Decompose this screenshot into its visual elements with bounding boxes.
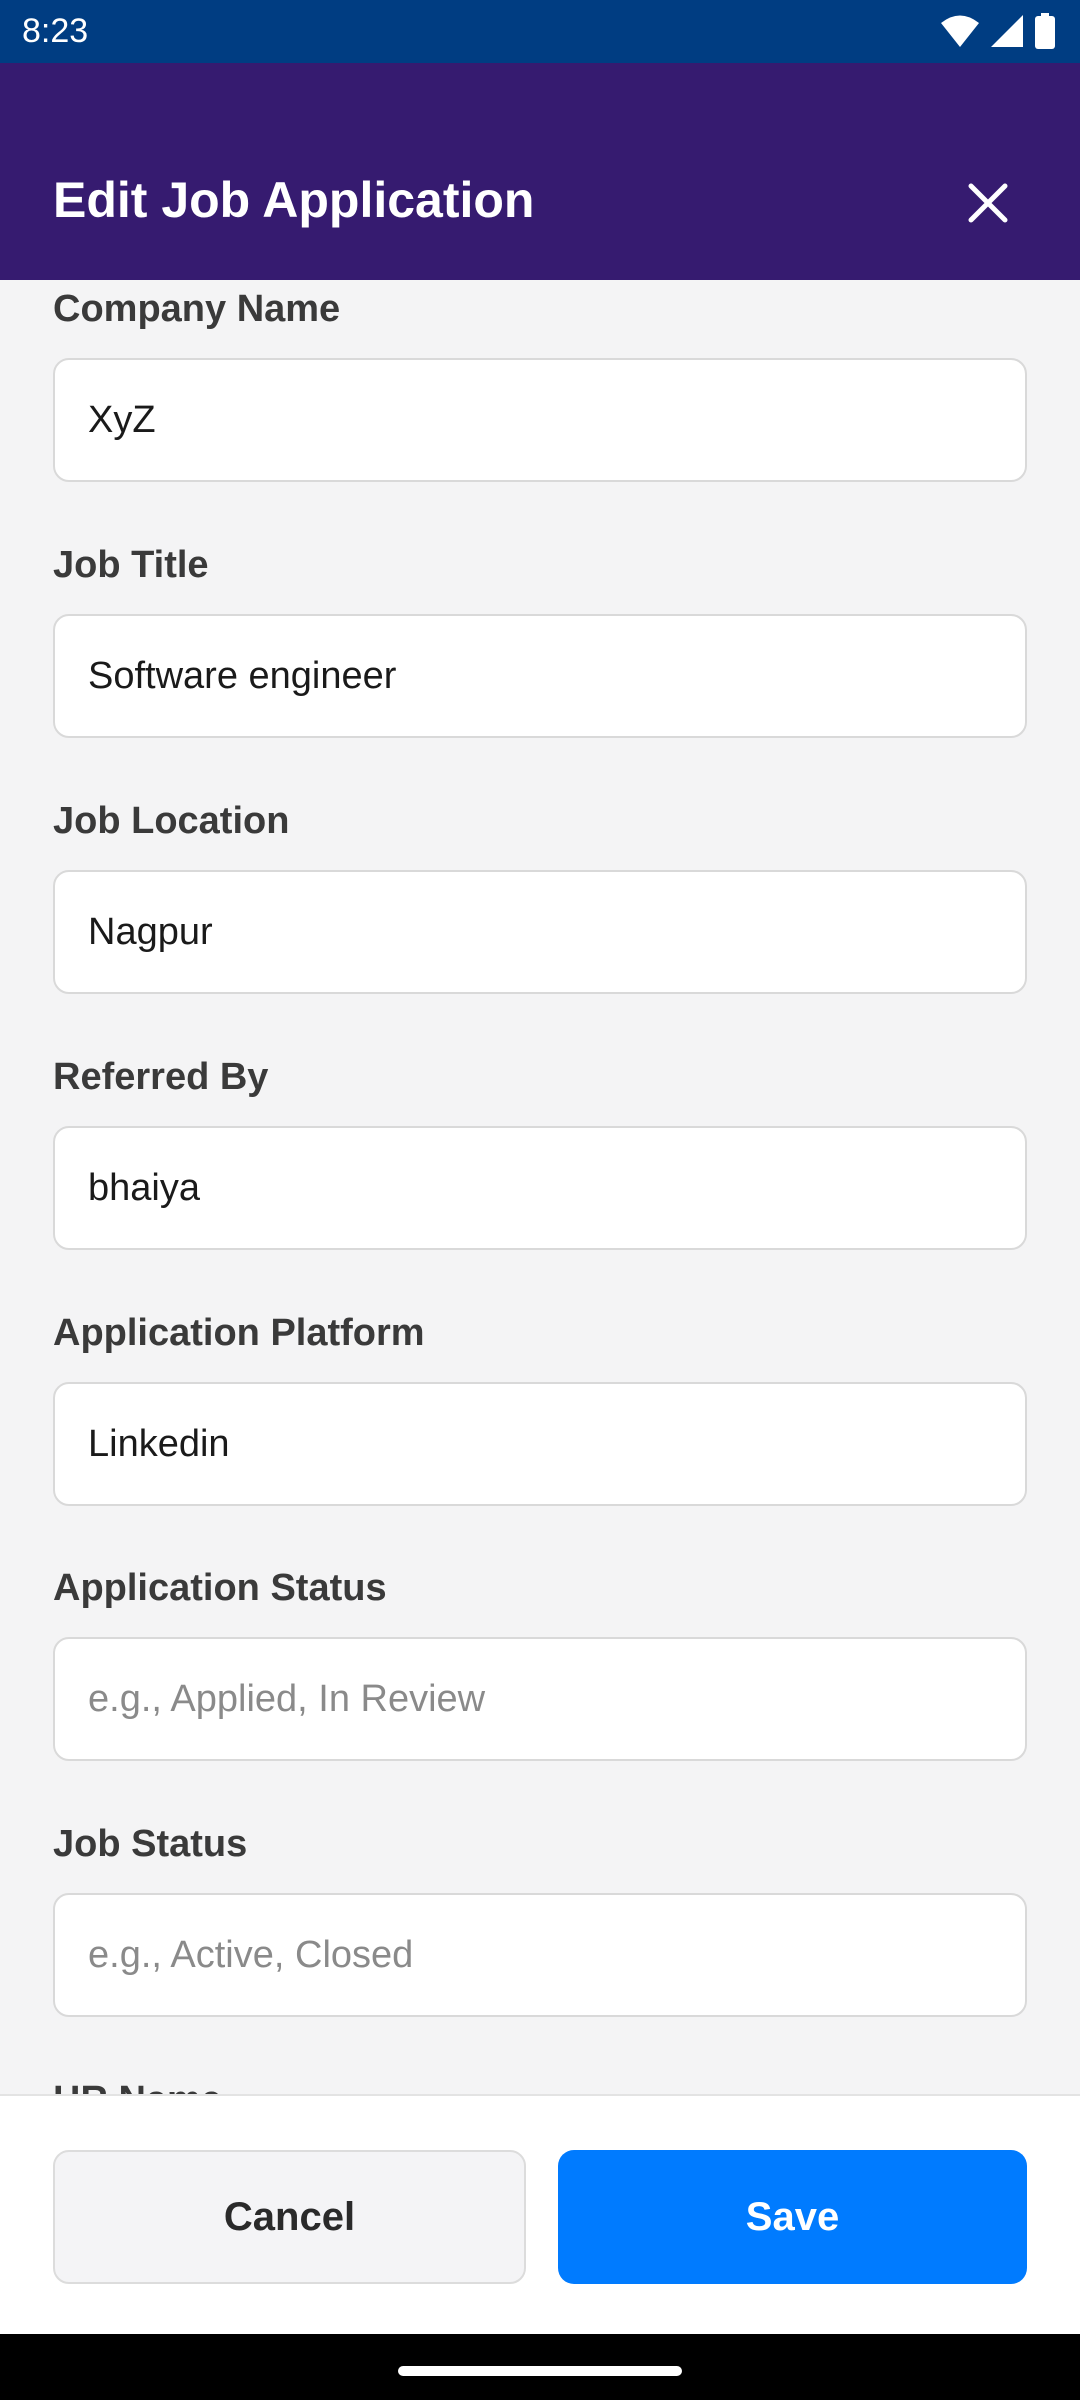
job-title-input[interactable] [53, 614, 1027, 738]
navigation-bar [0, 2334, 1080, 2400]
status-icons [940, 12, 1056, 50]
job-title-label: Job Title [53, 544, 209, 586]
hr-name-label: HR Name [53, 2071, 222, 2094]
wifi-icon [941, 15, 979, 47]
app-bar: Edit Job Application [0, 63, 1080, 280]
status-bar: 8:23 [0, 0, 1080, 63]
form-scroll-area[interactable]: Company Name Job Title Job Location Refe… [0, 280, 1080, 2094]
job-location-label: Job Location [53, 800, 290, 842]
job-status-label: Job Status [53, 1823, 248, 1865]
home-gesture-handle[interactable] [398, 2366, 682, 2376]
application-status-label: Application Status [53, 1567, 387, 1609]
action-footer: Cancel Save [0, 2094, 1080, 2334]
cancel-button[interactable]: Cancel [53, 2150, 526, 2284]
close-icon [968, 183, 1008, 223]
referred-by-label: Referred By [53, 1056, 269, 1098]
close-button[interactable] [958, 173, 1018, 233]
application-status-input[interactable] [53, 1637, 1027, 1761]
company-name-label: Company Name [53, 288, 341, 330]
referred-by-input[interactable] [53, 1126, 1027, 1250]
save-button[interactable]: Save [558, 2150, 1027, 2284]
status-time: 8:23 [22, 12, 89, 50]
job-location-input[interactable] [53, 870, 1027, 994]
company-name-input[interactable] [53, 358, 1027, 482]
application-platform-input[interactable] [53, 1382, 1027, 1506]
application-platform-label: Application Platform [53, 1312, 425, 1354]
battery-icon [1035, 13, 1055, 49]
signal-icon [991, 15, 1023, 47]
job-status-input[interactable] [53, 1893, 1027, 2017]
page-title: Edit Job Application [53, 172, 535, 228]
